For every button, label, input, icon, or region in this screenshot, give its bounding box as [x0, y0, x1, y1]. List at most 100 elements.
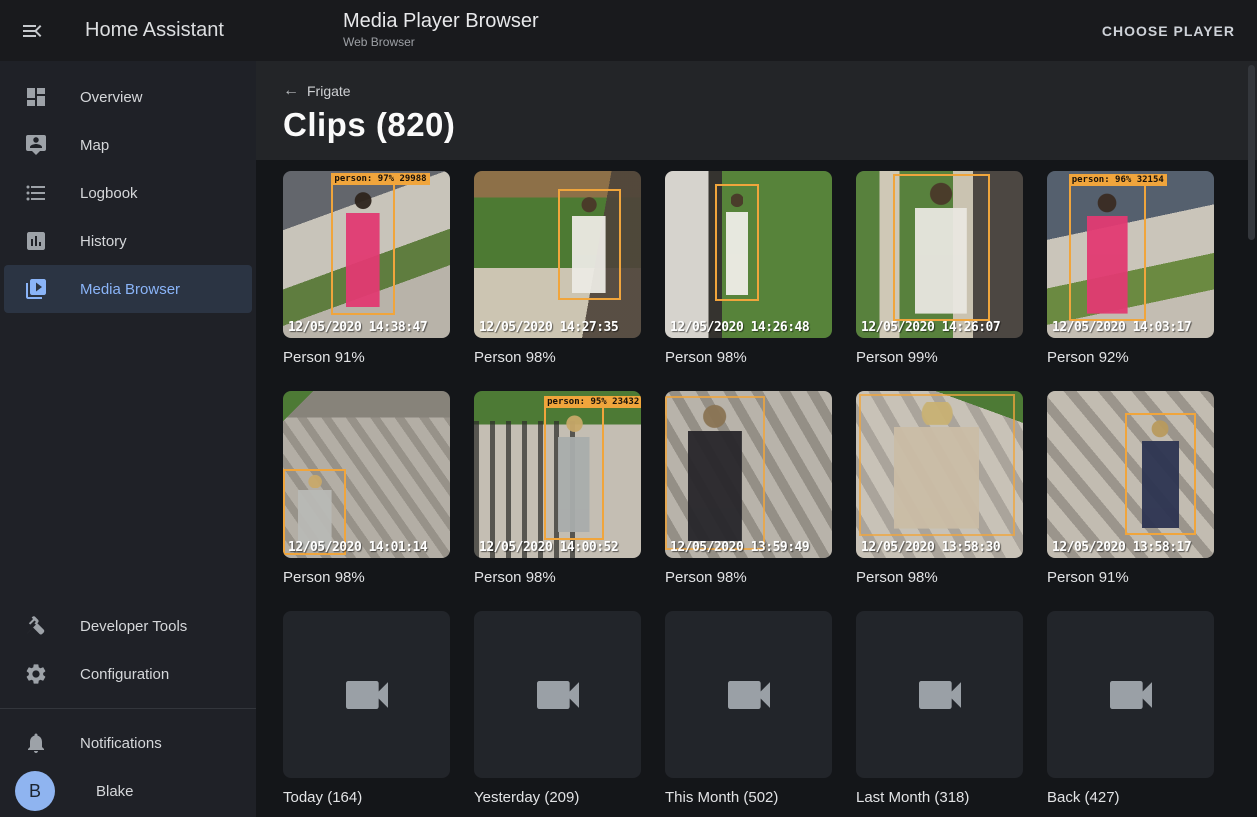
page-title: Clips (820) — [283, 106, 1257, 144]
folder-label: Last Month (318) — [856, 787, 1023, 808]
clip-thumbnail: 12/05/2020 13:59:49 Person 98% — [665, 391, 832, 588]
detection-box — [665, 396, 765, 550]
video-camera-icon — [912, 667, 968, 723]
sidebar-item-media-browser[interactable]: Media Browser — [4, 265, 252, 313]
clip-image[interactable]: person: 97% 29988 12/05/2020 14:38:47 — [283, 171, 450, 338]
sidebar-item-label: Logbook — [80, 185, 138, 202]
clip-timestamp-overlay: 12/05/2020 13:58:17 — [1052, 540, 1191, 555]
avatar: B — [15, 771, 55, 811]
clip-thumbnail: 12/05/2020 14:26:48 Person 98% — [665, 171, 832, 368]
detection-box: person: 96% 32154 — [1069, 184, 1146, 321]
sidebar-item-logbook[interactable]: Logbook — [4, 169, 252, 217]
clip-thumbnail: 12/05/2020 13:58:17 Person 91% — [1047, 391, 1214, 588]
scrollbar-thumb[interactable] — [1248, 65, 1255, 240]
clip-thumbnail: person: 96% 32154 12/05/2020 14:03:17 Pe… — [1047, 171, 1214, 368]
media-grid-container: person: 97% 29988 12/05/2020 14:38:47 Pe… — [256, 160, 1257, 817]
folder-cell-this-month: This Month (502) — [665, 611, 832, 808]
gear-icon — [24, 662, 48, 686]
folder-back[interactable] — [1047, 611, 1214, 778]
media-grid: person: 97% 29988 12/05/2020 14:38:47 Pe… — [283, 171, 1241, 808]
sidebar-item-label: History — [80, 233, 127, 250]
clip-caption: Person 92% — [1047, 347, 1214, 368]
clip-image[interactable]: 12/05/2020 14:27:35 — [474, 171, 641, 338]
media-browser-icon — [24, 277, 48, 301]
clip-timestamp-overlay: 12/05/2020 14:27:35 — [479, 320, 618, 335]
folder-label: Back (427) — [1047, 787, 1214, 808]
sidebar-item-label: Map — [80, 137, 109, 154]
folder-cell-back: Back (427) — [1047, 611, 1214, 808]
clip-thumbnail: person: 97% 29988 12/05/2020 14:38:47 Pe… — [283, 171, 450, 368]
clip-image[interactable]: person: 95% 23432 12/05/2020 14:00:52 — [474, 391, 641, 558]
dashboard-icon — [24, 85, 48, 109]
sidebar-item-configuration[interactable]: Configuration — [4, 650, 252, 698]
clip-image[interactable]: 12/05/2020 13:58:30 — [856, 391, 1023, 558]
detection-box — [715, 184, 758, 301]
clip-image[interactable]: 12/05/2020 13:58:17 — [1047, 391, 1214, 558]
detection-label: person: 95% 23432 — [544, 396, 641, 408]
breadcrumb-back-frigate[interactable]: ← Frigate — [283, 83, 351, 99]
detection-label: person: 96% 32154 — [1069, 174, 1167, 186]
clip-image[interactable]: 12/05/2020 14:26:07 — [856, 171, 1023, 338]
video-camera-icon — [530, 667, 586, 723]
video-camera-icon — [721, 667, 777, 723]
detection-box: person: 95% 23432 — [544, 406, 604, 540]
folder-label: This Month (502) — [665, 787, 832, 808]
sidebar-item-notifications[interactable]: Notifications — [4, 719, 252, 767]
sidebar-item-overview[interactable]: Overview — [4, 73, 252, 121]
top-app-bar: Home Assistant Media Player Browser Web … — [0, 0, 1257, 61]
sidebar-item-label: Overview — [80, 89, 143, 106]
detection-box — [859, 394, 1014, 536]
content-header: ← Frigate Clips (820) — [256, 61, 1257, 160]
clip-thumbnail: 12/05/2020 14:01:14 Person 98% — [283, 391, 450, 588]
clip-caption: Person 98% — [856, 567, 1023, 588]
detection-box — [893, 174, 990, 321]
bar-chart-icon — [24, 229, 48, 253]
clip-timestamp-overlay: 12/05/2020 14:38:47 — [288, 320, 427, 335]
clip-image[interactable]: 12/05/2020 14:01:14 — [283, 391, 450, 558]
detection-box — [1125, 413, 1195, 535]
clip-timestamp-overlay: 12/05/2020 13:58:30 — [861, 540, 1000, 555]
video-camera-icon — [339, 667, 395, 723]
clip-image[interactable]: 12/05/2020 14:26:48 — [665, 171, 832, 338]
clip-image[interactable]: person: 96% 32154 12/05/2020 14:03:17 — [1047, 171, 1214, 338]
clip-thumbnail: 12/05/2020 14:26:07 Person 99% — [856, 171, 1023, 368]
video-camera-icon — [1103, 667, 1159, 723]
folder-today[interactable] — [283, 611, 450, 778]
app-title: Home Assistant — [85, 19, 224, 42]
folder-label: Yesterday (209) — [474, 787, 641, 808]
menu-collapse-icon — [20, 30, 44, 47]
sidebar-item-label: Configuration — [80, 666, 169, 683]
clip-thumbnail: person: 95% 23432 12/05/2020 14:00:52 Pe… — [474, 391, 641, 588]
sidebar-item-history[interactable]: History — [4, 217, 252, 265]
page-title-block: Media Player Browser Web Browser — [343, 9, 539, 49]
clip-caption: Person 98% — [474, 567, 641, 588]
hammer-icon — [24, 614, 48, 638]
clip-timestamp-overlay: 12/05/2020 14:03:17 — [1052, 320, 1191, 335]
clip-timestamp-overlay: 12/05/2020 14:26:07 — [861, 320, 1000, 335]
folder-this-month[interactable] — [665, 611, 832, 778]
clip-thumbnail: 12/05/2020 14:27:35 Person 98% — [474, 171, 641, 368]
clip-timestamp-overlay: 12/05/2020 14:00:52 — [479, 540, 618, 555]
clip-image[interactable]: 12/05/2020 13:59:49 — [665, 391, 832, 558]
choose-player-button[interactable]: CHOOSE PLAYER — [1094, 0, 1243, 61]
clip-thumbnail: 12/05/2020 13:58:30 Person 98% — [856, 391, 1023, 588]
sidebar-divider — [0, 708, 256, 709]
clip-caption: Person 99% — [856, 347, 1023, 368]
clip-caption: Person 98% — [474, 347, 641, 368]
sidebar: Overview Map Logbook History Media Brows… — [0, 61, 256, 817]
sidebar-item-developer-tools[interactable]: Developer Tools — [4, 602, 252, 650]
sidebar-item-map[interactable]: Map — [4, 121, 252, 169]
clip-caption: Person 98% — [665, 567, 832, 588]
sidebar-item-user-profile[interactable]: B Blake — [4, 767, 252, 815]
sidebar-item-label: Developer Tools — [80, 618, 187, 635]
clip-timestamp-overlay: 12/05/2020 14:01:14 — [288, 540, 427, 555]
folder-yesterday[interactable] — [474, 611, 641, 778]
folder-last-month[interactable] — [856, 611, 1023, 778]
sidebar-bottom: Developer Tools Configuration Notificati… — [0, 602, 256, 815]
folder-label: Today (164) — [283, 787, 450, 808]
breadcrumb-label: Frigate — [307, 83, 351, 99]
sidebar-toggle-button[interactable] — [20, 19, 44, 43]
clip-timestamp-overlay: 12/05/2020 13:59:49 — [670, 540, 809, 555]
media-browser-subtitle: Web Browser — [343, 35, 539, 49]
clip-timestamp-overlay: 12/05/2020 14:26:48 — [670, 320, 809, 335]
